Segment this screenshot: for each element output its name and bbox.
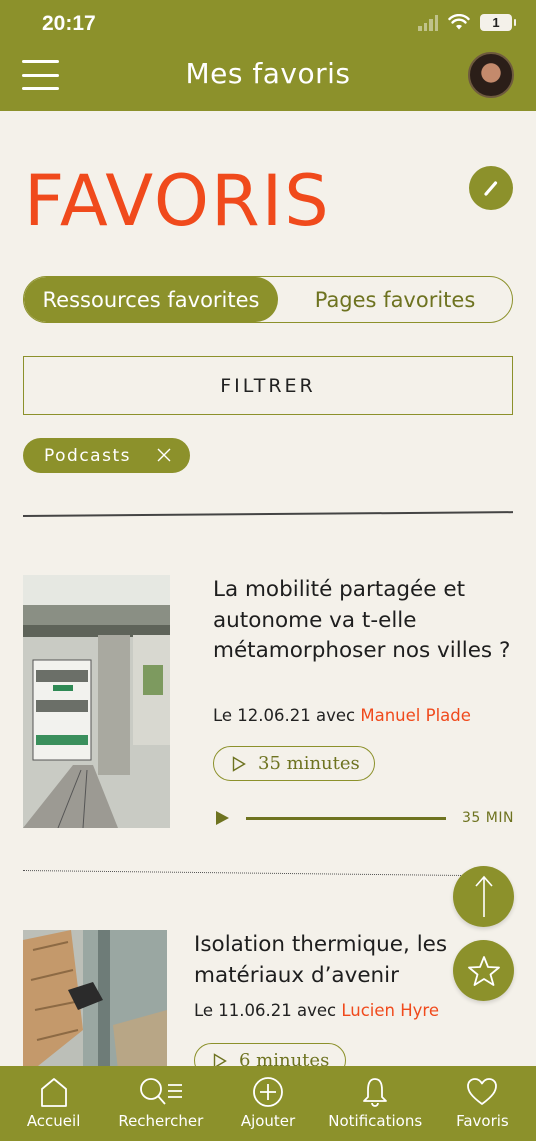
status-time: 20:17 [42,12,96,35]
close-icon[interactable] [156,447,172,463]
header-title: Mes favoris [185,57,351,90]
filter-chip: Podcasts [23,438,190,473]
home-icon [40,1078,67,1107]
favorite-button[interactable] [453,940,514,1001]
nav-label: Rechercher [118,1112,204,1130]
filter-button[interactable]: FILTRER [23,356,513,415]
bottom-nav: Accueil Rechercher Ajouter Notifications… [0,1066,536,1141]
tab-pages-favorites[interactable]: Pages favorites [278,277,512,322]
favorites-tabs: Ressources favorites Pages favorites [23,276,513,323]
signal-icon [418,14,438,31]
item-author-link[interactable]: Manuel Plade [360,706,471,725]
nav-label: Favoris [456,1112,509,1130]
item-title[interactable]: Isolation thermique, les matériaux d’ave… [194,930,494,991]
nav-item-ajouter[interactable]: Ajouter [214,1066,321,1141]
battery-icon: 1 [480,14,516,31]
bell-icon [363,1078,388,1107]
player-duration: 35 MIN [462,810,514,826]
filter-chip-label: Podcasts [44,445,131,466]
play-icon[interactable] [216,811,229,825]
top-bar: 20:17 1 Mes favoris [0,0,536,111]
player-progress[interactable] [246,817,446,820]
avatar[interactable] [468,52,514,98]
nav-item-favoris[interactable]: Favoris [429,1066,536,1141]
nav-item-notifications[interactable]: Notifications [322,1066,429,1141]
pencil-icon [484,181,498,196]
star-icon [467,955,500,986]
search-list-icon [139,1078,182,1105]
item-separator [22,870,463,876]
nav-label: Notifications [328,1112,423,1130]
scroll-top-button[interactable] [453,866,514,927]
divider [22,511,513,517]
item-meta: Le 12.06.21 avec Manuel Plade [213,706,471,725]
arrow-up-icon [474,875,493,917]
item-title[interactable]: La mobilité partagée et autonome va t-el… [213,575,513,667]
podcast-thumbnail[interactable] [23,930,167,1070]
edit-button[interactable] [469,166,513,210]
duration-button[interactable]: 35 minutes [213,746,375,781]
nav-label: Ajouter [240,1112,296,1130]
nav-item-rechercher[interactable]: Rechercher [107,1066,214,1141]
item-date: Le 12.06.21 avec [213,706,361,725]
heart-icon [467,1078,498,1105]
tab-ressources-favorites[interactable]: Ressources favorites [24,277,278,322]
item-date: Le 11.06.21 avec [194,1001,342,1020]
nav-label: Accueil [26,1112,81,1130]
play-outline-icon [232,755,246,772]
nav-item-accueil[interactable]: Accueil [0,1066,107,1141]
item-meta: Le 11.06.21 avec Lucien Hyre [194,1001,439,1020]
item-author-link[interactable]: Lucien Hyre [341,1001,439,1020]
page-title: FAVORIS [24,160,331,242]
wifi-icon [448,14,470,30]
duration-label: 35 minutes [258,753,360,774]
status-icons: 1 [418,14,516,31]
plus-circle-icon [253,1077,283,1107]
podcast-thumbnail[interactable] [23,575,170,828]
